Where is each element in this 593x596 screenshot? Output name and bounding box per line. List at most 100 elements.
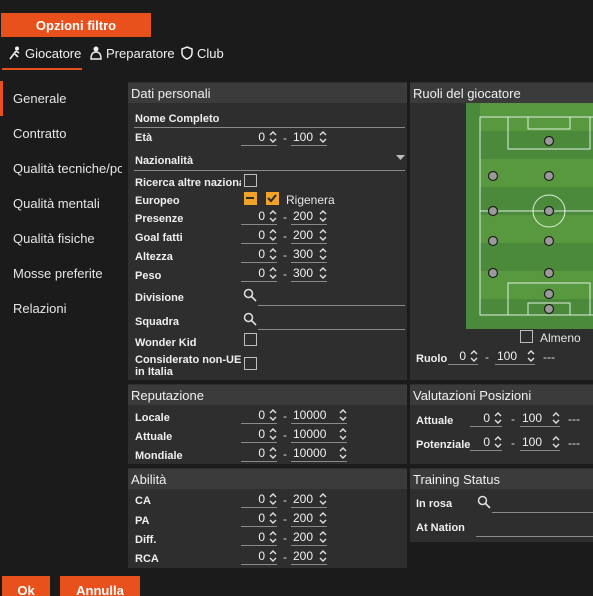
tab-player-label: Giocatore <box>25 45 82 61</box>
pitch-diagram[interactable] <box>466 103 593 329</box>
stepper-arrows-icon <box>319 511 327 524</box>
rep-local-label: Locale <box>135 412 170 424</box>
sidebar-item-contract[interactable]: Contratto <box>0 116 122 151</box>
personal-panel-title: Dati personali <box>128 83 407 103</box>
non-eu-label: Considerato non-UE <box>135 354 242 366</box>
other-nationality-checkbox[interactable] <box>244 174 257 187</box>
stepper-arrows-icon <box>269 492 277 505</box>
tab-coach-label: Preparatore <box>106 45 175 61</box>
team-input[interactable] <box>258 329 405 330</box>
age-max-stepper[interactable]: 100 <box>291 128 327 146</box>
rca-min-stepper[interactable]: 0 <box>241 547 277 565</box>
diff-max-stepper[interactable]: 200 <box>291 528 327 546</box>
ca-max-value: 200 <box>293 491 314 506</box>
age-label: Età <box>135 132 153 144</box>
stepper-arrows-icon <box>470 349 478 362</box>
ok-button[interactable]: Ok <box>2 576 50 596</box>
full-name-label: Nome Completo <box>135 113 220 125</box>
height-max-stepper[interactable]: 300 <box>291 245 327 263</box>
stepper-arrows-icon <box>319 266 327 279</box>
range-dash: - <box>283 267 287 281</box>
ruolo-max-stepper[interactable]: 100 <box>495 347 535 365</box>
rep-current-min-stepper[interactable]: 0 <box>241 425 277 443</box>
filter-options-button[interactable]: Opzioni filtro <box>1 13 151 37</box>
apps-min-stepper[interactable]: 0 <box>241 207 277 225</box>
sidebar-item-technical[interactable]: Qualità tecniche/portiere <box>0 151 122 186</box>
search-icon[interactable] <box>243 288 257 302</box>
pa-max-value: 200 <box>293 510 314 525</box>
height-label: Altezza <box>135 251 173 263</box>
pa-max-stepper[interactable]: 200 <box>291 509 327 527</box>
rca-min-value: 0 <box>258 548 265 563</box>
rating-potential-label: Potenziale <box>416 439 471 451</box>
search-icon[interactable] <box>243 312 257 326</box>
sidebar-item-physical[interactable]: Qualità fisiche <box>0 221 122 256</box>
rating-current-max-stepper[interactable]: 100 <box>520 409 560 427</box>
stepper-arrows-icon <box>319 247 327 260</box>
sidebar-item-general[interactable]: Generale <box>0 81 122 116</box>
rep-world-max-stepper[interactable]: 10000 <box>291 444 347 462</box>
rating-current-select[interactable]: --- <box>568 412 580 426</box>
rating-potential-max-stepper[interactable]: 100 <box>520 433 560 451</box>
reputation-panel-title: Reputazione <box>128 385 407 405</box>
tab-coach[interactable]: Preparatore <box>89 40 175 66</box>
in-squad-label: In rosa <box>416 498 453 510</box>
rep-local-max-value: 10000 <box>293 407 327 422</box>
search-icon[interactable] <box>477 495 491 509</box>
ca-min-stepper[interactable]: 0 <box>241 490 277 508</box>
non-eu-checkbox[interactable] <box>244 357 257 370</box>
regen-checkbox[interactable] <box>266 192 279 205</box>
pa-min-stepper[interactable]: 0 <box>241 509 277 527</box>
european-checkbox[interactable] <box>244 192 257 205</box>
range-dash: - <box>283 248 287 262</box>
cancel-button[interactable]: Annulla <box>60 576 140 596</box>
regen-label: Rigenera <box>286 193 335 207</box>
rep-world-min-stepper[interactable]: 0 <box>241 444 277 462</box>
rep-current-max-stepper[interactable]: 10000 <box>291 425 347 443</box>
ca-max-stepper[interactable]: 200 <box>291 490 327 508</box>
apps-max-stepper[interactable]: 200 <box>291 207 327 225</box>
rating-current-min-stepper[interactable]: 0 <box>470 409 502 427</box>
age-min-stepper[interactable]: 0 <box>241 128 277 146</box>
goals-min-stepper[interactable]: 0 <box>241 226 277 244</box>
division-input[interactable] <box>258 305 405 306</box>
ability-panel-title: Abilità <box>128 469 407 489</box>
range-dash: - <box>283 409 287 423</box>
rca-max-stepper[interactable]: 200 <box>291 547 327 565</box>
in-squad-input[interactable] <box>492 512 593 513</box>
tab-player[interactable]: Giocatore <box>8 40 81 66</box>
chevron-down-icon[interactable] <box>396 155 405 161</box>
sidebar-item-relations[interactable]: Relazioni <box>0 291 122 326</box>
rep-local-min-stepper[interactable]: 0 <box>241 406 277 424</box>
at-nation-input[interactable] <box>476 536 593 537</box>
weight-max-stepper[interactable]: 300 <box>291 264 327 282</box>
range-dash: - <box>511 436 515 450</box>
checkmark-icon <box>267 194 277 203</box>
rating-potential-select[interactable]: --- <box>568 436 580 450</box>
nationality-select[interactable] <box>134 170 405 171</box>
age-max-value: 100 <box>293 129 314 144</box>
tab-club[interactable]: Club <box>180 40 224 66</box>
wonderkid-checkbox[interactable] <box>244 333 257 346</box>
height-min-stepper[interactable]: 0 <box>241 245 277 263</box>
almeno-checkbox[interactable] <box>520 330 533 343</box>
sidebar-item-mental[interactable]: Qualità mentali <box>0 186 122 221</box>
stepper-arrows-icon <box>269 511 277 524</box>
rep-local-max-stepper[interactable]: 10000 <box>291 406 347 424</box>
goals-max-stepper[interactable]: 200 <box>291 226 327 244</box>
ca-min-value: 0 <box>258 491 265 506</box>
weight-min-stepper[interactable]: 0 <box>241 264 277 282</box>
other-nationality-label: Ricerca altre nazionalità <box>135 177 241 189</box>
diff-min-stepper[interactable]: 0 <box>241 528 277 546</box>
sidebar-item-ppms[interactable]: Mosse preferite <box>0 256 122 291</box>
ruolo-min-stepper[interactable]: 0 <box>448 347 478 365</box>
range-dash: - <box>283 428 287 442</box>
rating-potential-min-stepper[interactable]: 0 <box>470 433 502 451</box>
diff-min-value: 0 <box>258 529 265 544</box>
stepper-arrows-icon <box>319 549 327 562</box>
rating-current-max-value: 100 <box>522 410 543 425</box>
ruolo-select[interactable]: --- <box>543 350 555 364</box>
player-icon <box>9 46 20 60</box>
at-nation-label: At Nation <box>416 522 465 534</box>
stepper-arrows-icon <box>319 530 327 543</box>
